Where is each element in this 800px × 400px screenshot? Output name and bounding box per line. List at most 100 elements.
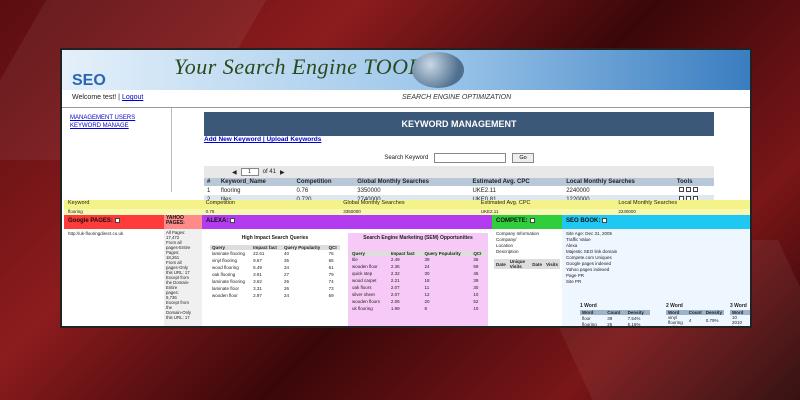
table-cell: 4.37%	[626, 327, 650, 328]
table-cell: 2.07	[390, 292, 400, 297]
seo-book-title: SEO BOOK:	[566, 218, 601, 225]
column-header: Estimated Avg. CPC	[469, 178, 564, 186]
next-page-icon[interactable]: ▶	[280, 169, 285, 176]
table-row: laminate flooring 22.61 40 76	[210, 250, 340, 257]
search-label: Search Keyword	[384, 155, 429, 161]
alexa-title: ALEXA:	[206, 218, 229, 225]
table-cell: 36	[473, 257, 479, 262]
compete-title: COMPETE:	[496, 218, 528, 225]
table-cell: wood	[580, 327, 605, 328]
table-cell: 73	[328, 286, 334, 291]
keyword-name: flooring	[220, 187, 241, 194]
table-cell: 30	[473, 285, 479, 290]
table-row: wood carpet 2.21 18 39	[350, 277, 486, 284]
compete-header: COMPETE:	[492, 215, 562, 229]
table-cell: 26	[283, 286, 289, 291]
table-cell: wood carpet	[352, 278, 377, 283]
table-cell: 74	[328, 279, 334, 284]
table-row[interactable]: 1 flooring 0.76 3350000 UKE2.11 2240000	[204, 186, 714, 195]
seo-book-panel: SEO BOOK: Site Age: Dec 31, 2005 Traffic …	[562, 215, 750, 328]
table-cell: 3.31	[253, 286, 262, 291]
detail-label: Keyword	[68, 200, 90, 206]
table-row: vinyl flooring 4 0.79%	[666, 315, 724, 325]
table-cell: laminate floor	[212, 286, 240, 291]
go-button[interactable]: Go	[512, 153, 534, 163]
table-cell: 76	[328, 251, 334, 256]
one-word-density-table: Word Count Density floor 39 7.54% flooring 26 5.…	[580, 310, 650, 328]
table-cell: 26	[283, 279, 289, 284]
table-cell: 45	[473, 271, 479, 276]
table-cell: silver sheet	[352, 292, 375, 297]
page-number-input[interactable]: 1	[240, 168, 259, 176]
table-cell: 3.62	[253, 279, 262, 284]
table-cell: 2.32	[390, 271, 400, 276]
table-cell: 2	[748, 315, 750, 326]
table-cell: 10	[473, 292, 479, 297]
first-page-icon[interactable]: ◀	[232, 169, 237, 176]
table-cell: wooden floors	[352, 299, 381, 304]
table-cell: 11	[424, 285, 430, 290]
table-cell: laminate flooring	[212, 279, 246, 284]
info-icon[interactable]	[602, 218, 608, 223]
competition: 0.76	[296, 187, 309, 194]
pager: ◀ 1 of 41 ▶	[204, 166, 714, 178]
info-icon[interactable]	[529, 218, 535, 223]
detail-label: Estimated Avg. CPC	[480, 200, 531, 206]
delete-icon[interactable]	[692, 187, 698, 193]
table-row: silver sheet 2.07 12 10	[350, 291, 486, 298]
two-word-density-table: Word Count Density vinyl flooring 4 0.79% soli…	[666, 310, 724, 326]
table-cell: 6.49	[253, 265, 262, 270]
high-impact-title: High Impact Search Queries	[241, 235, 309, 241]
table-cell: 61	[328, 265, 334, 270]
sidebar: MANAGEMENT USERS KEYWORD MANAGE	[62, 108, 172, 192]
global-monthly: 3350000	[357, 187, 381, 194]
section-title: SEARCH ENGINE OPTIMIZATION	[402, 94, 512, 101]
table-cell: 2.36	[390, 264, 400, 269]
column-header: Global Monthly Searches	[354, 178, 470, 186]
alexa-header: ALEXA:	[202, 215, 492, 229]
table-cell: vinyl flooring	[212, 258, 238, 263]
table-cell: wooden floor	[212, 293, 238, 298]
globe-icon	[412, 52, 464, 88]
table-row: wood224.37%	[580, 327, 650, 328]
keyword-management-title: KEYWORD MANAGEMENT	[204, 112, 714, 136]
search-row: Search Keyword Go	[204, 150, 714, 166]
view-icon[interactable]	[685, 187, 691, 193]
keyword-detail-labels: Keyword Competition Global Monthly Searc…	[64, 200, 750, 209]
table-row: oak flooring 3.91 27 79	[210, 271, 340, 278]
table-cell: tile	[352, 257, 358, 262]
welcome-text: Welcome test!	[72, 94, 117, 101]
table-cell: 20	[424, 299, 430, 304]
app-window: SEO Your Search Engine TOOL Welcome test…	[60, 48, 752, 328]
table-cell: 59	[473, 264, 479, 269]
column-header: Keyword_Name	[217, 178, 294, 186]
edit-icon[interactable]	[678, 187, 684, 193]
site-metrics: Site Age: Dec 31, 2005 Traffic Value Alexa…	[562, 229, 750, 287]
detail-label: Local Monthly Searches	[618, 200, 678, 206]
table-cell: 52	[473, 299, 479, 304]
avg-cpc: UKE2.11	[472, 187, 497, 194]
search-input[interactable]	[434, 153, 507, 163]
one-word-title: 1 Word	[580, 303, 597, 309]
info-icon[interactable]	[230, 218, 236, 223]
table-cell: 34	[283, 265, 289, 270]
table-cell: 8	[424, 306, 428, 311]
high-impact-table: Query Impact fact Query Popularity QCI lamin…	[210, 245, 340, 299]
table-cell: 39	[424, 257, 430, 262]
add-upload-links[interactable]: Add New Keyword | Upload Keywords	[204, 136, 321, 143]
yahoo-pages-panel: YAHOO PAGES: All Pages: 17,472 From all pag…	[164, 215, 202, 326]
table-cell: 24	[424, 264, 430, 269]
table-cell: 65	[328, 258, 334, 263]
table-row: wooden floor 2.97 24 69	[210, 292, 340, 299]
sidebar-item-keyword-manage[interactable]: KEYWORD MANAGE	[70, 122, 163, 130]
google-url: http://uk-flooringdirect.co.uk	[68, 231, 124, 236]
google-pages-header: Google PAGES:	[64, 215, 164, 229]
info-icon[interactable]	[114, 218, 120, 223]
table-row: vinyl flooring 9.67 35 65	[210, 257, 340, 264]
table-header-row: Date Unique Visits Date Visits	[494, 259, 560, 269]
sidebar-item-management-users[interactable]: MANAGEMENT USERS	[70, 114, 163, 122]
compete-panel: COMPETE: Company Information Company/Loca…	[492, 215, 562, 326]
page-count: of 41	[262, 169, 276, 175]
logout-link[interactable]: Logout	[122, 94, 143, 101]
table-cell: 3.91	[253, 272, 262, 277]
